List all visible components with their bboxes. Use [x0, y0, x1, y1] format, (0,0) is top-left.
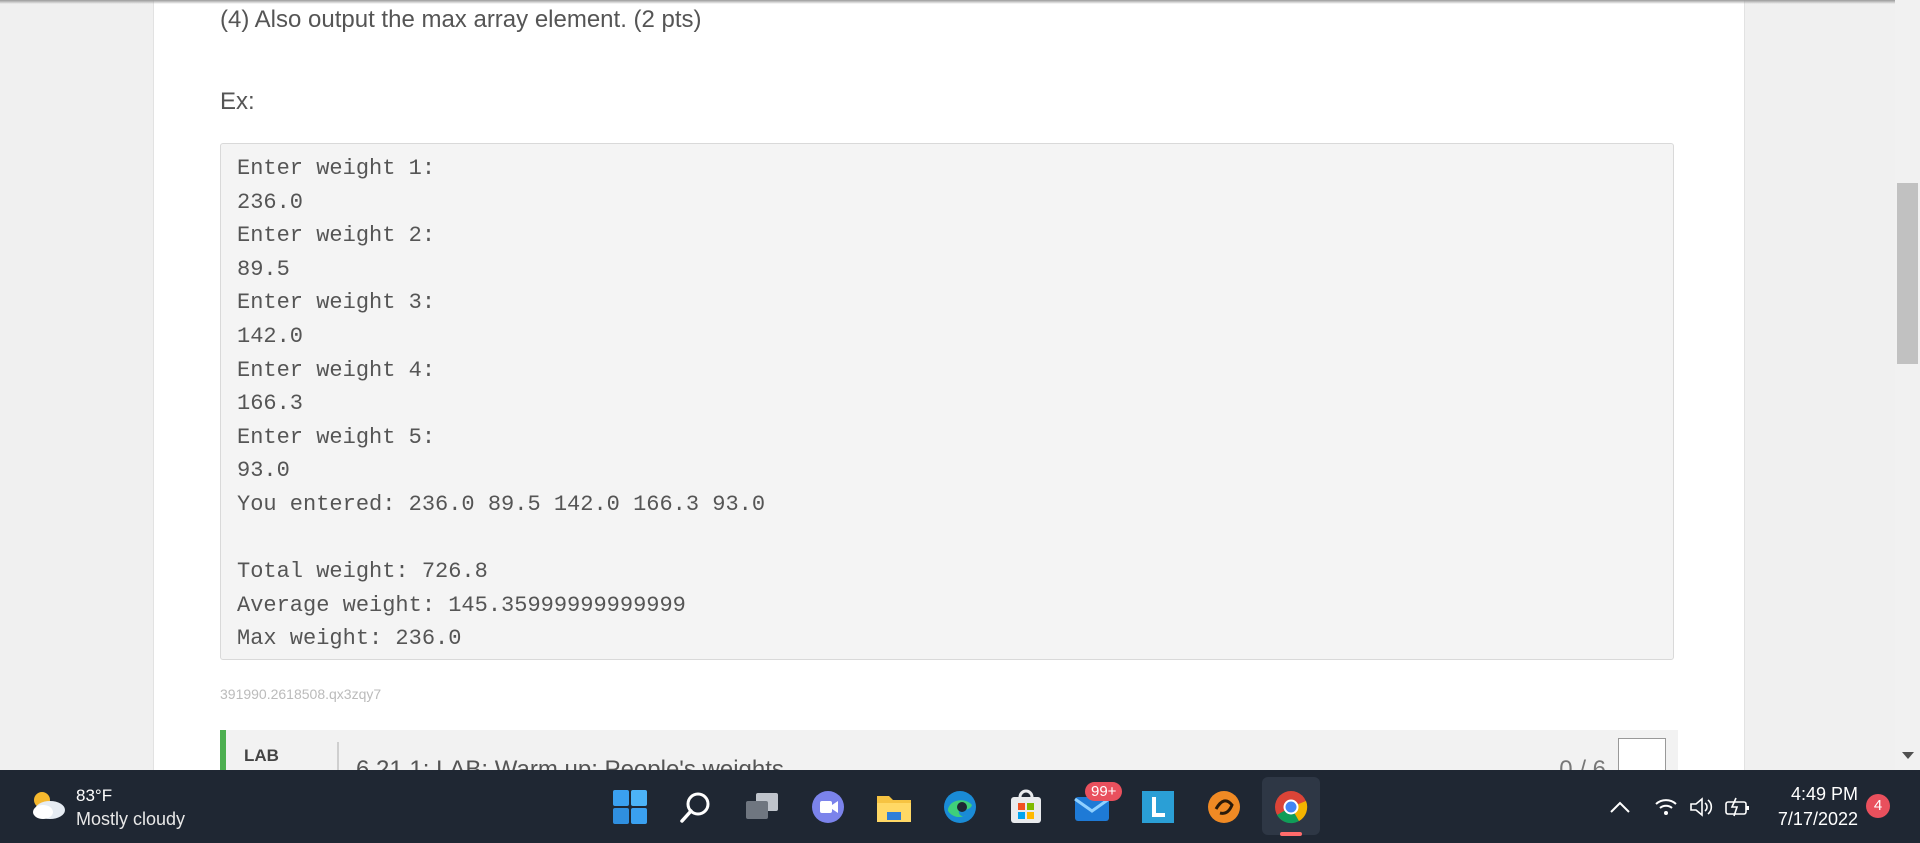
problem-id: 391990.2618508.qx3zqy7 [220, 686, 382, 702]
battery-charging-icon[interactable] [1724, 794, 1752, 820]
taskbar: 83°F Mostly cloudy 99+ 4:49 PM 7/17/2022… [0, 770, 1920, 843]
mail-unread-badge: 99+ [1085, 782, 1123, 801]
console-line: 166.3 [237, 391, 304, 417]
volume-icon[interactable] [1687, 794, 1715, 820]
edge-browser-icon[interactable] [940, 787, 980, 827]
lab-activity-header[interactable]: LAB 6.21.1: LAB: Warm up: People's weigh… [220, 730, 1678, 770]
console-line: 236.0 [237, 189, 304, 215]
example-label: Ex: [220, 88, 255, 115]
console-line: Enter weight 2: [237, 223, 436, 249]
console-line: Enter weight 1: [237, 156, 436, 181]
console-line: Average weight: 145.35999999999999 [237, 592, 686, 618]
active-app-indicator [1280, 832, 1302, 836]
weather-widget[interactable]: 83°F Mostly cloudy [28, 784, 248, 830]
chrome-browser-icon[interactable] [1271, 787, 1311, 827]
console-line: You entered: 236.0 89.5 142.0 166.3 93.0 [237, 491, 766, 517]
scrollbar-thumb[interactable] [1897, 183, 1918, 364]
console-line: Enter weight 5: [237, 424, 436, 450]
console-line: 93.0 [237, 458, 290, 484]
lab-tag: LAB [244, 746, 279, 765]
microsoft-store-icon[interactable] [1006, 787, 1046, 827]
weather-condition: Mostly cloudy [76, 809, 186, 829]
instruction-text: (4) Also output the max array element. (… [220, 6, 702, 33]
partly-cloudy-icon [33, 792, 65, 819]
console-line: Total weight: 726.8 [237, 559, 488, 585]
console-line: Enter weight 3: [237, 290, 436, 316]
lab-divider [337, 742, 339, 770]
task-view-icon[interactable] [742, 787, 782, 827]
l-app-icon[interactable] [1138, 787, 1178, 827]
lab-score: 0 / 6 [1559, 756, 1606, 770]
completion-box [1618, 738, 1666, 770]
top-shadow [0, 0, 1895, 4]
windows-start-icon[interactable] [610, 787, 650, 827]
clock-date[interactable]: 7/17/2022 [1762, 809, 1858, 830]
clock-time[interactable]: 4:49 PM [1762, 784, 1858, 805]
vertical-scrollbar[interactable] [1895, 0, 1920, 770]
example-console: Enter weight 1: 236.0 Enter weight 2: 89… [220, 143, 1674, 660]
weather-temperature: 83°F [76, 786, 113, 805]
search-icon[interactable] [676, 787, 716, 827]
teams-chat-icon[interactable] [808, 787, 848, 827]
content-card: (4) Also output the max array element. (… [153, 0, 1745, 770]
orange-app-icon[interactable] [1204, 787, 1244, 827]
console-line: 89.5 [237, 256, 290, 282]
console-line: 142.0 [237, 323, 304, 349]
lab-title[interactable]: 6.21.1: LAB: Warm up: People's weights [356, 756, 784, 770]
wifi-icon[interactable] [1652, 794, 1680, 820]
scroll-down-arrow-icon[interactable] [1902, 752, 1914, 759]
file-explorer-icon[interactable] [874, 787, 914, 827]
notification-badge[interactable]: 4 [1866, 794, 1890, 818]
chevron-up-icon[interactable] [1606, 794, 1634, 820]
console-line: Max weight: 236.0 [237, 626, 462, 652]
console-line: Enter weight 4: [237, 357, 436, 383]
browser-viewport: (4) Also output the max array element. (… [0, 0, 1920, 770]
